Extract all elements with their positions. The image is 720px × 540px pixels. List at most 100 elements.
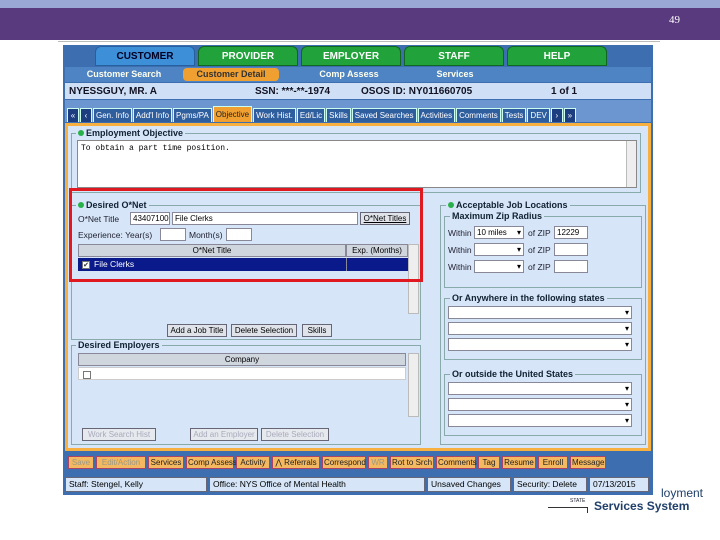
subnav-comp-assess[interactable]: Comp Assess bbox=[309, 68, 389, 81]
main-tab-help[interactable]: HELP bbox=[507, 46, 607, 66]
main-tab-employer[interactable]: EMPLOYER bbox=[301, 46, 401, 66]
subnav-customer-detail[interactable]: Customer Detail bbox=[183, 68, 279, 81]
skills-button[interactable]: Skills bbox=[302, 324, 332, 337]
record-page-indicator: 1 of 1 bbox=[551, 85, 578, 97]
required-dot-icon bbox=[448, 202, 454, 208]
tab-tests[interactable]: Tests bbox=[501, 108, 527, 122]
slide-header-bar: 49 bbox=[0, 0, 720, 40]
wr-button[interactable]: WR bbox=[368, 455, 388, 469]
customer-osos-id: OSOS ID: NY011660705 bbox=[361, 85, 473, 97]
objective-panel: Employment Objective To obtain a part ti… bbox=[65, 123, 651, 451]
bottom-action-bar: Save Edit/Action Services Comp Assess Ac… bbox=[65, 453, 651, 471]
of-zip-label: of ZIP bbox=[528, 262, 551, 272]
referrals-button[interactable]: ⋀ Referrals bbox=[272, 455, 320, 469]
tab-saved-searches[interactable]: Saved Searches bbox=[351, 108, 417, 122]
status-bar: Staff: Stengel, Kelly Office: NYS Office… bbox=[65, 477, 651, 492]
state-select-3[interactable] bbox=[448, 338, 632, 351]
employer-table-scrollbar[interactable] bbox=[408, 353, 419, 417]
return-to-search-button[interactable]: Rot to Srch bbox=[390, 455, 434, 469]
status-unsaved-changes: Unsaved Changes bbox=[427, 477, 511, 492]
zip-input-1[interactable]: 12229 bbox=[554, 226, 588, 239]
subnav-customer-search[interactable]: Customer Search bbox=[71, 68, 177, 81]
subnav-services[interactable]: Services bbox=[425, 68, 485, 81]
correspond-button[interactable]: Correspond bbox=[322, 455, 366, 469]
textarea-scrollbar[interactable] bbox=[626, 141, 636, 187]
country-select-3[interactable] bbox=[448, 414, 632, 427]
desired-employers-legend: Desired Employers bbox=[76, 340, 162, 350]
resume-button[interactable]: Resume bbox=[502, 455, 536, 469]
slide-page-number: 49 bbox=[669, 14, 680, 26]
detail-tab-row: « ‹ Gen. Info Add'l Info Pgms/PA Objecti… bbox=[65, 100, 651, 122]
comments-button[interactable]: Comments bbox=[436, 455, 477, 469]
logo-text-line2: Services System bbox=[594, 499, 690, 513]
tab-ed-lic[interactable]: Ed/Lic bbox=[296, 108, 326, 122]
outside-us-legend: Or outside the United States bbox=[450, 369, 576, 379]
tab-work-hist[interactable]: Work Hist. bbox=[253, 108, 296, 122]
state-select-1[interactable] bbox=[448, 306, 632, 319]
objective-panel-body: Employment Objective To obtain a part ti… bbox=[68, 126, 648, 448]
first-tab-arrow-icon[interactable]: « bbox=[67, 108, 79, 122]
main-tab-customer[interactable]: CUSTOMER bbox=[95, 46, 195, 66]
delete-selection-button[interactable]: Delete Selection bbox=[231, 324, 297, 337]
main-tab-provider[interactable]: PROVIDER bbox=[198, 46, 298, 66]
within-label: Within bbox=[448, 262, 472, 272]
work-search-hist-button[interactable]: Work Search Hist bbox=[82, 428, 156, 441]
tab-skills[interactable]: Skills bbox=[326, 108, 351, 122]
zip-input-2[interactable] bbox=[554, 243, 588, 256]
add-employer-button[interactable]: Add an Employer bbox=[190, 428, 258, 441]
status-office: Office: NYS Office of Mental Health bbox=[209, 477, 425, 492]
customer-name: NYESSGUY, MR. A bbox=[69, 85, 157, 97]
message-button[interactable]: Message bbox=[570, 455, 606, 469]
customer-ssn: SSN: ***-**-1974 bbox=[255, 85, 331, 97]
add-job-title-button[interactable]: Add a Job Title bbox=[167, 324, 227, 337]
zip-input-3[interactable] bbox=[554, 260, 588, 273]
logo-state-outline bbox=[548, 507, 588, 513]
tab-dev[interactable]: DEV bbox=[527, 108, 550, 122]
of-zip-label: of ZIP bbox=[528, 228, 551, 238]
delete-employer-button[interactable]: Delete Selection bbox=[261, 428, 329, 441]
employment-objective-legend: Employment Objective bbox=[76, 128, 186, 138]
tag-button[interactable]: Tag bbox=[478, 455, 500, 469]
save-button[interactable]: Save bbox=[68, 455, 94, 469]
within-label: Within bbox=[448, 228, 472, 238]
referrals-icon: ⋀ bbox=[275, 457, 282, 467]
comp-assess-button[interactable]: Comp Assess bbox=[186, 455, 237, 469]
edit-action-button[interactable]: Edit/Action bbox=[96, 455, 146, 469]
last-tab-arrow-icon[interactable]: » bbox=[563, 108, 576, 122]
state-select-2[interactable] bbox=[448, 322, 632, 335]
employer-table-row[interactable] bbox=[78, 367, 406, 380]
status-staff: Staff: Stengel, Kelly bbox=[65, 477, 207, 492]
services-button[interactable]: Services bbox=[148, 455, 184, 469]
activity-button[interactable]: Activity bbox=[236, 455, 270, 469]
tab-addl-info[interactable]: Add'l Info bbox=[132, 108, 173, 122]
radius-select-3[interactable] bbox=[474, 260, 524, 273]
company-column-header[interactable]: Company bbox=[78, 353, 406, 366]
tab-comments[interactable]: Comments bbox=[456, 108, 501, 122]
radius-select-2[interactable] bbox=[474, 243, 524, 256]
country-select-1[interactable] bbox=[448, 382, 632, 395]
row-checkbox[interactable] bbox=[83, 370, 91, 379]
logo-state-mark: STATE bbox=[570, 498, 586, 504]
employment-objective-textarea[interactable]: To obtain a part time position. bbox=[77, 140, 637, 188]
next-tab-arrow-icon[interactable]: › bbox=[550, 108, 563, 122]
tab-objective[interactable]: Objective bbox=[212, 106, 253, 122]
main-tab-bar: CUSTOMER PROVIDER EMPLOYER STAFF HELP bbox=[95, 46, 607, 66]
status-date: 07/13/2015 bbox=[589, 477, 649, 492]
acceptable-job-locations-legend: Acceptable Job Locations bbox=[446, 200, 570, 210]
tab-activities[interactable]: Activities bbox=[417, 108, 456, 122]
tab-gen-info[interactable]: Gen. Info bbox=[93, 108, 132, 122]
referrals-label: Referrals bbox=[284, 457, 317, 467]
header-divider bbox=[58, 41, 660, 42]
of-zip-label: of ZIP bbox=[528, 245, 551, 255]
tab-pgms-pa[interactable]: Pgms/PA bbox=[173, 108, 212, 122]
prev-tab-arrow-icon[interactable]: ‹ bbox=[80, 108, 92, 122]
acceptable-locations-label: Acceptable Job Locations bbox=[456, 200, 568, 210]
main-tab-staff[interactable]: STAFF bbox=[404, 46, 504, 66]
logo-text-line1: loyment bbox=[661, 486, 704, 500]
employment-objective-text: To obtain a part time position. bbox=[81, 144, 230, 153]
radius-select-1[interactable]: 10 miles bbox=[474, 226, 524, 239]
anywhere-states-legend: Or Anywhere in the following states bbox=[450, 293, 607, 303]
enroll-button[interactable]: Enroll bbox=[538, 455, 568, 469]
country-select-2[interactable] bbox=[448, 398, 632, 411]
sub-navigation: Customer Search Customer Detail Comp Ass… bbox=[65, 67, 651, 82]
